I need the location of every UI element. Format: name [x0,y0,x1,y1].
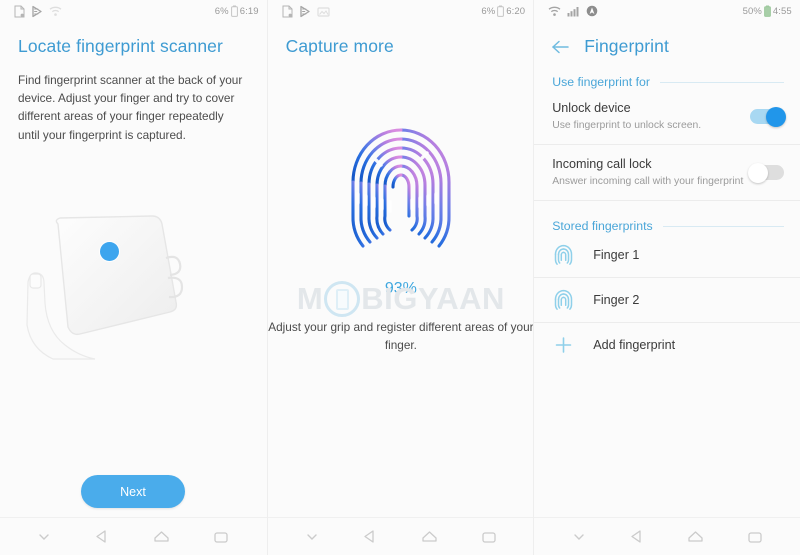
navigation-bar-2 [267,517,534,555]
signal-icon [567,6,579,16]
fingerprint-icon [554,244,573,265]
instruction-text-1: Find fingerprint scanner at the back of … [18,73,243,142]
clock-3: 4:55 [772,5,792,17]
status-info-right-3: 50% 4:55 [743,5,792,17]
hand-phone-illustration [0,190,267,360]
row-subtitle: Use fingerprint to unlock screen. [552,120,702,131]
list-item-finger-2[interactable]: Finger 2 [534,278,800,323]
page-title-1: Locate fingerprint scanner [18,36,223,56]
document-icon [14,5,25,17]
status-info-right-2: 6% 6:20 [481,5,525,17]
screenshot-triptych: 6% 6:19 Locate fingerprint scanner Find … [0,0,800,555]
battery-percent-2: 6% [481,5,496,17]
navigation-bar-3 [534,517,800,555]
toggle-unlock-device[interactable] [749,106,786,127]
section-header-use-fingerprint-for: Use fingerprint for [534,75,800,89]
section-label: Stored fingerprints [552,219,653,233]
section-label: Use fingerprint for [552,75,650,89]
chevron-down-icon[interactable] [304,530,320,544]
section-divider [659,81,784,83]
status-icons-left-2 [282,5,330,18]
home-icon[interactable] [152,528,171,545]
toggle-knob [747,162,768,183]
battery-percent-3: 50% [742,5,762,17]
app-bar-3: Fingerprint [534,22,800,57]
document-icon [282,5,293,17]
row-title: Incoming call lock [552,157,652,171]
row-texts: Unlock device Use fingerprint to unlock … [552,100,750,133]
recents-icon[interactable] [212,529,230,545]
row-subtitle: Answer incoming call with your fingerpri… [552,176,744,187]
chevron-down-icon[interactable] [36,530,52,544]
section-divider [662,225,784,227]
setting-row-unlock-device[interactable]: Unlock device Use fingerprint to unlock … [534,89,800,145]
back-icon[interactable] [628,528,646,545]
list-item-finger-1[interactable]: Finger 1 [534,233,800,278]
recents-icon[interactable] [480,529,498,545]
battery-icon [497,5,505,17]
status-icons-left-3 [548,5,598,17]
back-arrow-icon[interactable] [550,39,570,55]
back-icon[interactable] [93,528,111,545]
battery-icon [230,5,238,17]
image-icon [316,6,330,17]
page-title-3: Fingerprint [584,36,669,56]
play-store-icon [32,5,42,17]
wifi-icon [49,6,62,16]
plus-icon [555,337,572,353]
clock-1: 6:19 [239,5,259,17]
home-icon[interactable] [686,528,705,545]
play-store-icon [299,5,310,17]
status-bar-1: 6% 6:19 [0,0,267,22]
fingerprint-illustration [351,128,451,248]
fingerprint-sensor-dot [100,242,119,261]
fingerprint-icon [554,289,573,310]
navigation-icon [586,5,598,17]
row-title: Unlock device [552,101,631,115]
status-bar-3: 50% 4:55 [534,0,800,22]
fingerprint-progress-graphic: 93% [268,120,534,298]
screen-locate-fingerprint-scanner: 6% 6:19 Locate fingerprint scanner Find … [0,0,267,555]
next-button[interactable]: Next [81,475,185,508]
page-title-2: Capture more [285,36,394,56]
wifi-icon [548,6,561,16]
toggle-incoming-call-lock[interactable] [747,162,784,183]
list-item-label: Add fingerprint [593,338,676,352]
navigation-bar-1 [0,517,267,555]
list-item-label: Finger 2 [593,293,640,307]
instruction-text-2: Adjust your grip and register different … [268,320,534,352]
list-item-add-fingerprint[interactable]: Add fingerprint [534,323,800,367]
toggle-knob [765,106,786,127]
battery-charging-icon [763,5,771,17]
home-icon[interactable] [420,528,439,545]
status-info-right-1: 6% 6:19 [215,5,259,17]
battery-percent-1: 6% [214,5,229,17]
capture-progress-percent: 93% [384,280,417,297]
back-icon[interactable] [361,528,379,545]
screen-capture-more: 6% 6:20 Capture more 93% M BIGYAAN Adjus… [266,0,534,555]
recents-icon[interactable] [746,529,764,545]
chevron-down-icon[interactable] [571,530,587,544]
clock-2: 6:20 [506,5,526,17]
list-item-label: Finger 1 [593,248,640,262]
screen-fingerprint-settings: 50% 4:55 Fingerprint Use fingerprint for [533,0,800,555]
row-texts: Incoming call lock Answer incoming call … [552,156,750,189]
section-header-stored-fingerprints: Stored fingerprints [534,219,800,233]
status-icons-left-1 [14,5,62,18]
setting-row-incoming-call-lock[interactable]: Incoming call lock Answer incoming call … [534,145,800,201]
status-bar-2: 6% 6:20 [268,0,534,22]
